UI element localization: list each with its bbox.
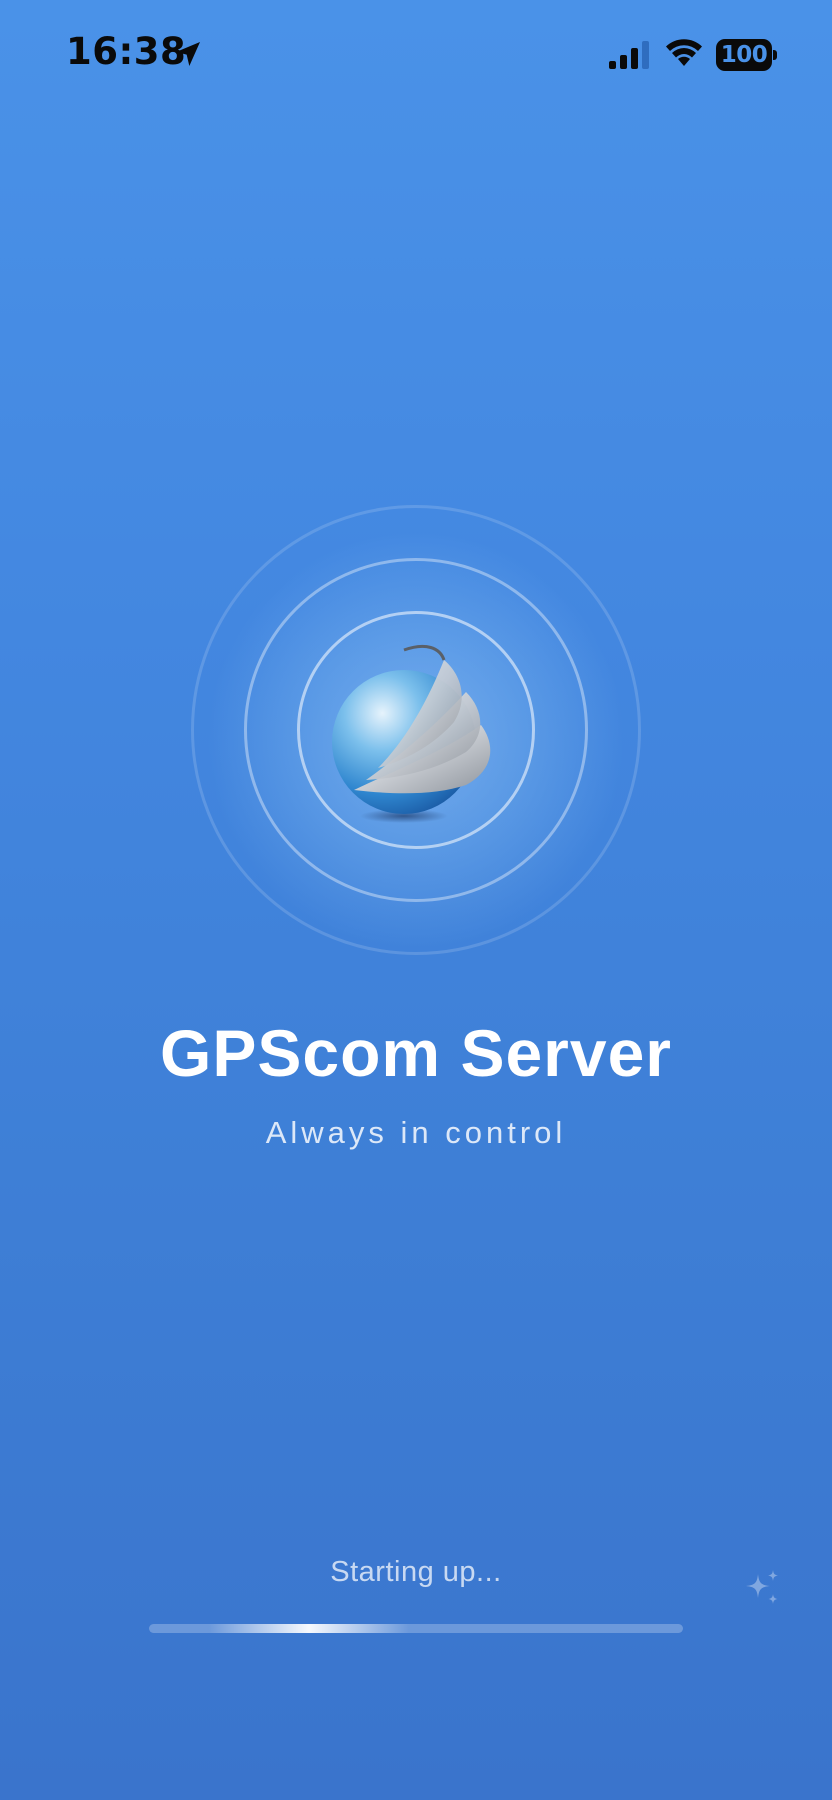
battery-icon: 100 bbox=[716, 39, 777, 71]
sparkle-icon[interactable] bbox=[742, 1568, 782, 1608]
globe-swoosh-logo bbox=[332, 644, 491, 823]
location-arrow-icon bbox=[176, 42, 200, 66]
loading-progress-shimmer bbox=[209, 1624, 409, 1633]
cellular-signal-icon bbox=[609, 41, 649, 69]
status-bar: 16:38 100 bbox=[0, 0, 832, 110]
loading-progress-bar bbox=[149, 1624, 683, 1633]
wifi-icon bbox=[666, 39, 702, 66]
app-tagline: Always in control bbox=[265, 1115, 567, 1150]
status-time: 16:38 bbox=[66, 30, 187, 73]
loading-status: Starting up... bbox=[330, 1556, 502, 1588]
app-title: GPScom Server bbox=[160, 1016, 672, 1090]
battery-level: 100 bbox=[720, 42, 768, 68]
